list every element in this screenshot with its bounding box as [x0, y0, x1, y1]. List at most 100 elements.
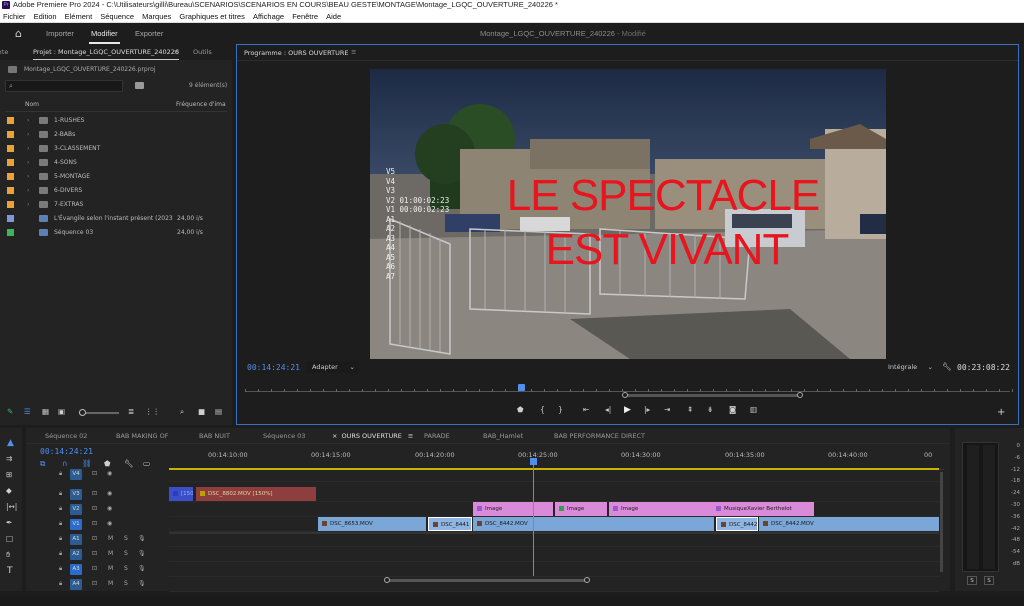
fit-dropdown[interactable]: Adapter ⌄	[307, 361, 359, 373]
timeline-tab[interactable]: BAB MAKING OF	[116, 432, 169, 440]
track-lane-a2[interactable]	[169, 547, 939, 562]
mark-out-icon[interactable]: }	[558, 405, 563, 414]
program-scrubber[interactable]	[245, 383, 1013, 398]
icon-view-icon[interactable]: ▦	[42, 407, 49, 416]
automate-icon[interactable]: ⋮⋮	[145, 407, 160, 416]
sort-icon[interactable]: ≣	[128, 407, 134, 416]
sync-lock-icon[interactable]: ⊡	[92, 565, 97, 572]
lock-icon[interactable]: 🔒︎	[59, 565, 62, 573]
track-lane-a1[interactable]	[169, 532, 939, 547]
tab-exporter[interactable]: Exporter	[135, 29, 163, 38]
track-target-label[interactable]: V4	[70, 469, 82, 480]
project-item-row[interactable]: › 6-DIVERS	[5, 184, 227, 197]
project-item-row[interactable]: L'Évangile selon l'instant présent (2023…	[5, 212, 227, 225]
timeline-horizontal-scrollbar[interactable]	[384, 577, 590, 583]
slip-tool-icon[interactable]: |↔|	[6, 502, 17, 511]
sync-lock-icon[interactable]: ⊡	[92, 490, 97, 497]
tab-menu-icon[interactable]: ≡	[406, 432, 413, 440]
timeline-clip[interactable]: MusiqueXavier Berthelot	[712, 502, 814, 516]
add-marker-icon[interactable]: ⬟	[517, 405, 524, 414]
menu-edition[interactable]: Edition	[34, 12, 57, 21]
tab-project-prev[interactable]: xte	[0, 48, 8, 56]
menu-graphiques[interactable]: Graphiques et titres	[179, 12, 244, 21]
project-item-row[interactable]: › 7-EXTRAS	[5, 198, 227, 211]
menu-element[interactable]: Elément	[65, 12, 93, 21]
menu-sequence[interactable]: Séquence	[100, 12, 134, 21]
freeform-view-icon[interactable]: ▣	[58, 407, 65, 416]
timeline-tab[interactable]: BAB PERFORMANCE DIRECT	[554, 432, 645, 440]
lock-icon[interactable]: 🔒︎	[59, 470, 62, 478]
pen-tool-icon[interactable]: ✒	[6, 518, 12, 527]
track-lane-a3[interactable]	[169, 562, 939, 577]
track-target-label[interactable]: A1	[70, 534, 82, 545]
sync-lock-icon[interactable]: ⊡	[92, 505, 97, 512]
column-name[interactable]: Nom	[25, 101, 39, 108]
program-video-frame[interactable]: V5 V4 V3 V2 01:00:02:23 V1 00:00:02:23 A…	[370, 69, 886, 359]
menu-fenetre[interactable]: Fenêtre	[292, 12, 318, 21]
list-view-icon[interactable]: ☰	[24, 407, 31, 416]
solo-left-button[interactable]: S	[967, 576, 977, 585]
selection-tool-icon[interactable]: ▲	[7, 438, 14, 448]
expand-chevron-icon[interactable]: ›	[27, 170, 29, 183]
track-header-a2[interactable]: 🔒︎ A2 ⊡ M S 🎙︎	[26, 547, 169, 562]
eye-icon[interactable]: ◉	[107, 470, 112, 477]
lift-icon[interactable]: ⇞	[687, 405, 693, 414]
tab-project[interactable]: Projet : Montage_LGQC_OUVERTURE_240226	[33, 48, 180, 60]
zoom-slider-handle[interactable]	[79, 409, 86, 416]
timeline-tab[interactable]: Séquence 02	[45, 432, 87, 440]
timeline-tab[interactable]: PARADE	[424, 432, 450, 440]
rectangle-tool-icon[interactable]: □	[6, 534, 13, 543]
menu-marques[interactable]: Marques	[142, 12, 171, 21]
program-menu-icon[interactable]: ≡	[351, 48, 356, 56]
project-search-input[interactable]: ⌕	[5, 80, 123, 92]
menu-fichier[interactable]: Fichier	[3, 12, 26, 21]
lock-icon[interactable]: 🔒︎	[59, 505, 62, 513]
project-item-row[interactable]: › 1-RUSHES	[5, 114, 227, 127]
comparison-view-icon[interactable]: ▥	[750, 405, 757, 414]
panel-menu-icon[interactable]: ≡	[174, 48, 179, 56]
mark-in-icon[interactable]: {	[540, 405, 545, 414]
program-playhead-timecode[interactable]: 00:14:24:21	[247, 363, 300, 372]
expand-chevron-icon[interactable]: ›	[27, 114, 29, 127]
project-item-row[interactable]: › 4-SONS	[5, 156, 227, 169]
sync-lock-icon[interactable]: ⊡	[92, 550, 97, 557]
track-header-v1[interactable]: 🔒︎ V1 ⊡ ◉	[26, 517, 169, 532]
hand-tool-icon[interactable]: ✋︎	[6, 550, 10, 560]
mute-icon[interactable]: M	[108, 580, 113, 587]
home-icon[interactable]: ⌂	[15, 28, 27, 39]
track-target-label[interactable]: V1	[70, 519, 82, 530]
mute-icon[interactable]: M	[108, 535, 113, 542]
expand-chevron-icon[interactable]: ›	[27, 156, 29, 169]
timeline-vertical-scrollbar[interactable]	[940, 472, 943, 572]
step-back-icon[interactable]: ◂|	[605, 405, 611, 414]
eye-icon[interactable]: ◉	[107, 490, 112, 497]
menu-affichage[interactable]: Affichage	[253, 12, 284, 21]
solo-icon[interactable]: S	[124, 535, 128, 542]
solo-icon[interactable]: S	[124, 550, 128, 557]
lock-icon[interactable]: 🔒︎	[59, 580, 62, 588]
project-item-row[interactable]: Séquence 03 24,00 i/s	[5, 226, 227, 239]
new-item-icon[interactable]: ▤	[215, 407, 222, 416]
wrench-icon[interactable]: 🔧︎	[942, 362, 952, 371]
play-icon[interactable]: ▶	[624, 405, 631, 415]
lock-icon[interactable]: 🔒︎	[59, 520, 62, 528]
timeline-playhead-line[interactable]	[530, 458, 537, 576]
extract-icon[interactable]: ⇟	[707, 405, 713, 414]
timeline-clip[interactable]: Image	[555, 502, 607, 516]
track-target-label[interactable]: V3	[70, 489, 82, 500]
timeline-tab[interactable]: BAB_Hamlet	[483, 432, 523, 440]
expand-chevron-icon[interactable]: ›	[27, 142, 29, 155]
find-icon[interactable]: ⌕	[180, 407, 184, 417]
column-fps[interactable]: Fréquence d'ima	[176, 101, 226, 108]
razor-tool-icon[interactable]: ◆	[6, 486, 12, 495]
track-lane-v4[interactable]	[169, 467, 939, 482]
timeline-timecode[interactable]: 00:14:24:21	[40, 447, 93, 456]
pencil-icon[interactable]: ✎	[7, 407, 13, 416]
sync-lock-icon[interactable]: ⊡	[92, 520, 97, 527]
track-header-v4[interactable]: 🔒︎ V4 ⊡ ◉	[26, 467, 169, 482]
sync-lock-icon[interactable]: ⊡	[92, 470, 97, 477]
mute-icon[interactable]: M	[108, 550, 113, 557]
lock-icon[interactable]: 🔒︎	[59, 535, 62, 543]
lock-icon[interactable]: 🔒︎	[59, 550, 62, 558]
sync-lock-icon[interactable]: ⊡	[92, 535, 97, 542]
